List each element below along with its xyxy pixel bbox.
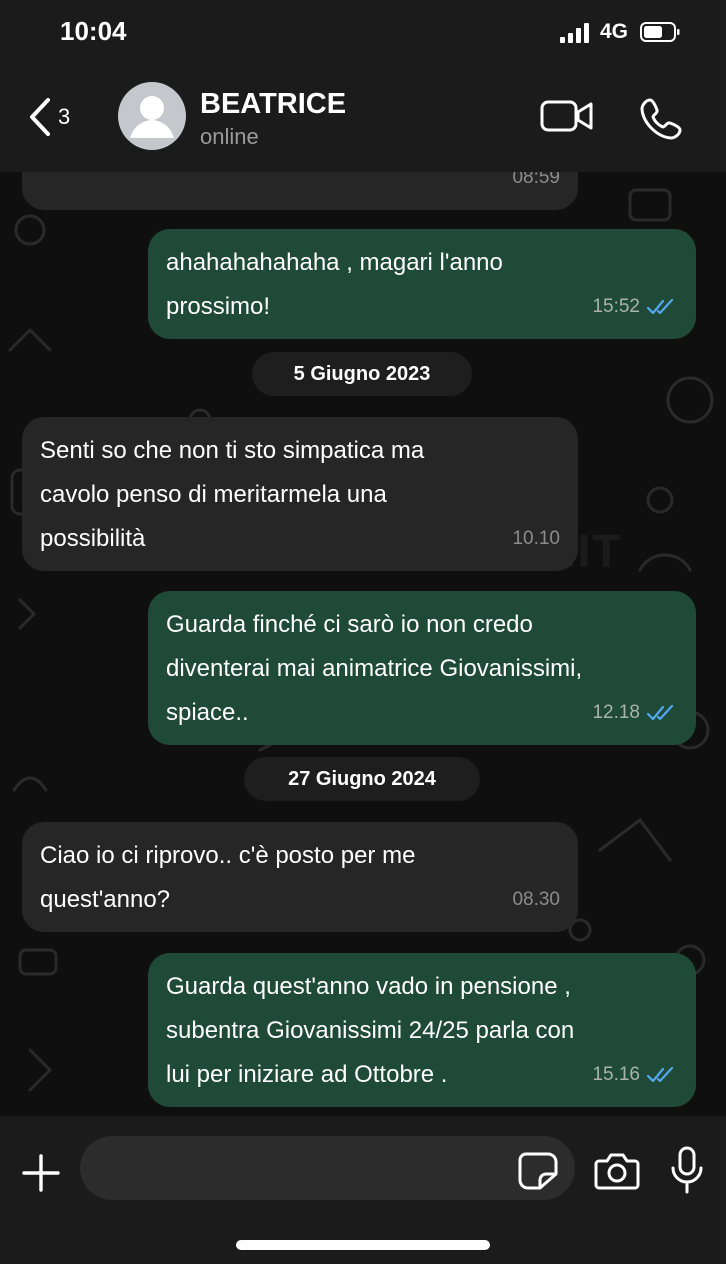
message-bubble-outgoing[interactable]: ahahahahahaha , magari l'anno prossimo! … <box>148 229 696 339</box>
message-text-line: Senti so che non ti sto simpatica ma <box>40 437 425 464</box>
message-bubble-incoming[interactable]: Senti so che non ti sto simpatica ma cav… <box>22 417 578 571</box>
message-text-line: subentra Giovanissimi 24/25 parla con <box>166 1017 575 1044</box>
message-time: 12.18 <box>592 702 640 723</box>
message-bubble-outgoing[interactable]: Guarda quest'anno vado in pensione , sub… <box>148 953 696 1107</box>
message-text-line: ahahahahahaha , magari l'anno <box>166 249 503 276</box>
message-bubble-incoming[interactable]: Ciao io ci riprovo.. c'è posto per me qu… <box>22 822 578 932</box>
read-ticks-icon <box>646 704 674 721</box>
signal-bars-icon <box>560 23 589 43</box>
video-call-icon[interactable] <box>540 98 594 134</box>
message-bubble-outgoing[interactable]: Guarda finché ci sarò io non credo diven… <box>148 591 696 745</box>
message-text-line: cavolo penso di meritarmela una <box>40 481 387 508</box>
message-input[interactable] <box>80 1136 575 1200</box>
message-text-line: quest'anno? <box>40 886 171 913</box>
contact-status: online <box>200 124 259 149</box>
read-ticks-icon <box>646 1066 674 1083</box>
phone-icon[interactable] <box>640 96 684 140</box>
message-text-line: Guarda quest'anno vado in pensione , <box>166 973 571 1000</box>
message-meta: 15:52 <box>592 285 678 329</box>
date-separator: 27 Giugno 2024 <box>244 757 480 801</box>
unread-count: 3 <box>58 104 71 129</box>
status-time: 10:04 <box>60 16 127 46</box>
battery-icon <box>640 22 680 42</box>
chat-header: 3 BEATRICE online <box>0 64 726 172</box>
plus-icon[interactable] <box>22 1154 60 1192</box>
read-ticks-icon <box>646 298 674 315</box>
phone-screen: PRANKSHIT PRANKSHIT BEATRICE L'ANIMATRIC… <box>0 0 726 1264</box>
message-meta: 12.18 <box>592 691 678 735</box>
message-text-line: Ciao io ci riprovo.. c'è posto per me <box>40 842 416 869</box>
sticker-icon[interactable] <box>518 1152 558 1190</box>
status-bar: 10:04 4G <box>0 0 726 64</box>
message-time: 10.10 <box>512 528 560 549</box>
message-text-line: possibilità <box>40 525 146 552</box>
input-bar <box>0 1116 726 1264</box>
back-button[interactable]: 3 <box>28 92 88 142</box>
message-time: 15:52 <box>592 296 640 317</box>
message-meta: 15.16 <box>592 1053 678 1097</box>
back-chevron-icon <box>30 98 50 136</box>
avatar-icon <box>130 96 174 138</box>
message-time: 15.16 <box>592 1064 640 1085</box>
avatar[interactable] <box>118 82 186 150</box>
message-text-line: Guarda finché ci sarò io non credo <box>166 611 533 638</box>
microphone-icon[interactable] <box>668 1146 706 1194</box>
camera-icon[interactable] <box>594 1152 640 1190</box>
date-separator: 5 Giugno 2023 <box>252 352 472 396</box>
network-type: 4G <box>600 20 629 43</box>
contact-name[interactable]: BEATRICE <box>200 88 346 121</box>
message-text-line: diventerai mai animatrice Giovanissimi, <box>166 655 583 682</box>
message-time: 08.30 <box>512 889 560 910</box>
home-indicator[interactable] <box>236 1240 490 1250</box>
